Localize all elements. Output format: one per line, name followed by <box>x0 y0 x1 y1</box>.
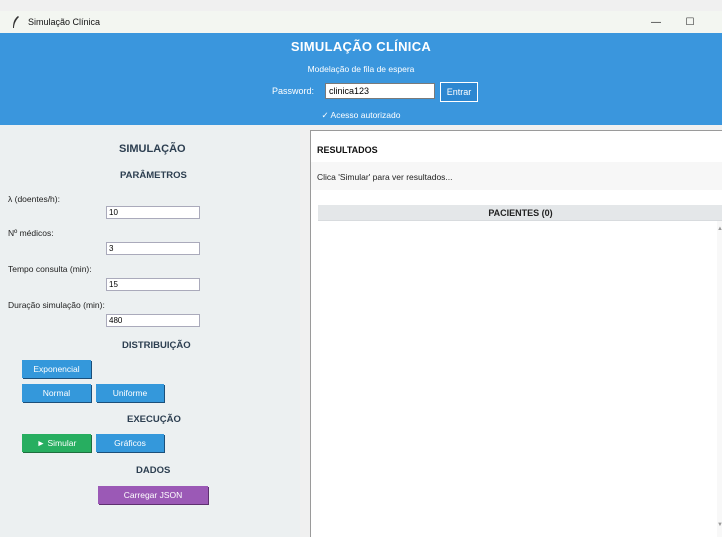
doctors-label: Nº médicos: <box>8 228 54 238</box>
auth-status: ✓ Acesso autorizado <box>321 110 401 120</box>
distribution-title: DISTRIBUIÇÃO <box>122 340 191 351</box>
feather-icon <box>8 16 24 28</box>
lambda-label: λ (doentes/h): <box>8 194 60 204</box>
password-label: Password: <box>272 86 315 96</box>
execution-title: EXECUÇÃO <box>127 414 181 425</box>
results-title: RESULTADOS <box>317 145 378 155</box>
results-hint: Clica 'Simular' para ver resultados... <box>317 172 453 182</box>
app-title: SIMULAÇÃO CLÍNICA <box>290 39 432 54</box>
charts-button[interactable]: Gráficos <box>96 434 164 452</box>
duration-label: Duração simulação (min): <box>8 300 105 310</box>
scroll-down-icon[interactable]: ▼ <box>717 521 722 529</box>
load-json-button[interactable]: Carregar JSON <box>98 486 208 504</box>
consult-time-label: Tempo consulta (min): <box>8 264 92 274</box>
normal-button[interactable]: Normal <box>22 384 91 402</box>
uniform-button[interactable]: Uniforme <box>96 384 164 402</box>
app-subtitle: Modelação de fila de espera <box>307 64 415 74</box>
patients-header: PACIENTES (0) <box>318 205 722 221</box>
lambda-input[interactable] <box>106 206 200 219</box>
consult-time-input[interactable] <box>106 278 200 291</box>
patients-scrollbar[interactable] <box>717 221 722 537</box>
results-panel: RESULTADOS Clica 'Simular' para ver resu… <box>310 130 722 537</box>
results-box: Clica 'Simular' para ver resultados... <box>311 162 722 190</box>
enter-button[interactable]: Entrar <box>440 82 478 102</box>
simulation-panel: SIMULAÇÃO PARÂMETROS λ (doentes/h): Nº m… <box>0 125 300 537</box>
maximize-button[interactable]: ☐ <box>674 11 706 33</box>
password-input[interactable] <box>325 83 435 99</box>
duration-input[interactable] <box>106 314 200 327</box>
patients-list[interactable]: PACIENTES (0) ▲ ▼ <box>318 205 722 537</box>
data-title: DADOS <box>136 465 171 476</box>
scroll-up-icon[interactable]: ▲ <box>717 225 722 233</box>
app-header: SIMULAÇÃO CLÍNICA Modelação de fila de e… <box>0 33 722 125</box>
doctors-input[interactable] <box>106 242 200 255</box>
minimize-button[interactable]: — <box>640 11 672 33</box>
simulation-title: SIMULAÇÃO <box>119 143 186 155</box>
window-title-bar: Simulação Clínica — ☐ <box>0 11 722 33</box>
exponential-button[interactable]: Exponencial <box>22 360 91 378</box>
window-title: Simulação Clínica <box>28 17 101 27</box>
simulate-button[interactable]: ► Simular <box>22 434 91 452</box>
parameters-title: PARÂMETROS <box>120 170 187 181</box>
